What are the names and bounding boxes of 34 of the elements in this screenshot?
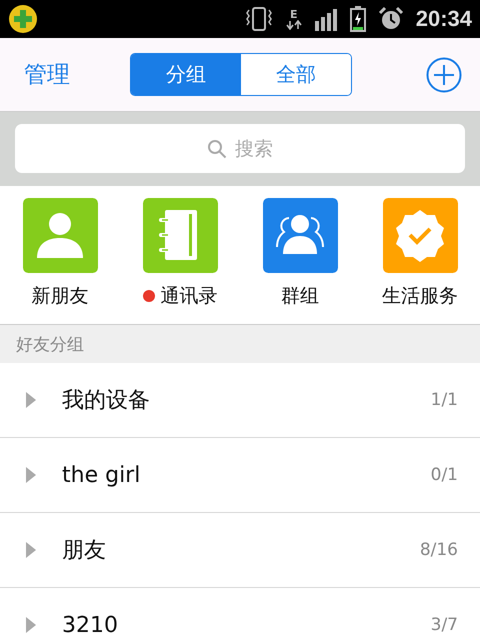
online-count: 8/16 bbox=[420, 540, 458, 560]
book-tile-icon[interactable] bbox=[142, 198, 218, 273]
group-tile-icon[interactable] bbox=[262, 198, 338, 273]
group-row[interactable]: 朋友 8/16 bbox=[0, 513, 480, 588]
add-icon[interactable] bbox=[426, 56, 462, 92]
data-arrows-icon bbox=[286, 20, 302, 30]
search-icon bbox=[207, 138, 227, 158]
network-type: E bbox=[290, 8, 298, 20]
badge-tile-icon[interactable] bbox=[382, 198, 458, 273]
vibrate-icon bbox=[244, 6, 274, 32]
online-count: 1/1 bbox=[430, 390, 458, 410]
clock-time: 20:34 bbox=[416, 6, 472, 32]
segment-tab[interactable]: 全部 bbox=[241, 54, 351, 95]
online-count: 3/7 bbox=[430, 615, 458, 635]
section-header: 好友分组 bbox=[16, 334, 84, 356]
group-name: 朋友 bbox=[62, 537, 107, 565]
shortcut-label[interactable]: 新朋友 bbox=[32, 283, 88, 309]
segment-tab[interactable]: 分组 bbox=[131, 54, 241, 95]
group-name: 3210 bbox=[62, 612, 119, 638]
group-row[interactable]: the girl 0/1 bbox=[0, 438, 480, 513]
signal-icon bbox=[314, 7, 338, 31]
shortcut-label[interactable]: 通讯录 bbox=[160, 283, 218, 309]
manage-link[interactable]: 管理 bbox=[24, 59, 130, 90]
person-tile-icon[interactable] bbox=[22, 198, 98, 273]
group-name: the girl bbox=[62, 462, 142, 488]
battery-icon bbox=[350, 6, 366, 32]
group-row[interactable]: 我的设备 1/1 bbox=[0, 363, 480, 438]
shortcut-label[interactable]: 生活服务 bbox=[382, 283, 458, 309]
online-count: 0/1 bbox=[430, 465, 458, 485]
alarm-clock-icon bbox=[378, 6, 404, 32]
shortcut-label[interactable]: 群组 bbox=[281, 283, 319, 309]
group-row[interactable]: 3210 3/7 bbox=[0, 588, 480, 640]
group-name: 我的设备 bbox=[62, 387, 151, 415]
app-logo-icon bbox=[8, 4, 38, 34]
